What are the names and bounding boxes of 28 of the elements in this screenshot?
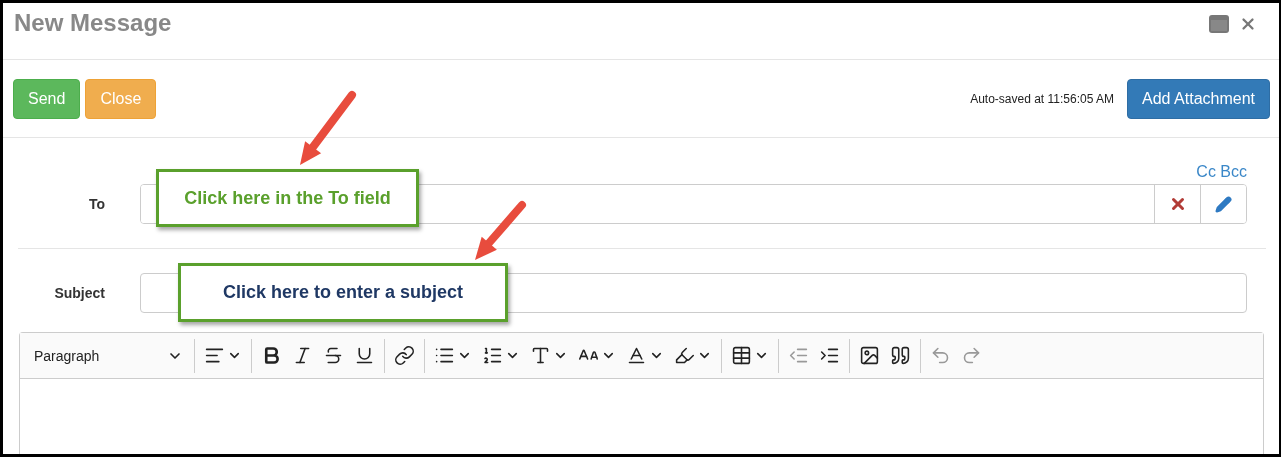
- numbered-list-icon: [482, 345, 503, 366]
- callout-note: Click here in the To field: [156, 169, 419, 227]
- table-icon: [731, 345, 752, 366]
- image-icon: [859, 345, 880, 366]
- highlighter-icon: [674, 345, 695, 366]
- edit-button[interactable]: [1200, 185, 1246, 223]
- close-button[interactable]: [1239, 15, 1257, 33]
- font-icon: [530, 345, 551, 366]
- pointer-arrow: [475, 201, 526, 260]
- pencil-icon: [1215, 195, 1232, 213]
- autosave-status: Auto-saved at 11:56:05 AM: [970, 91, 1115, 106]
- paragraph-format-select[interactable]: Paragraph: [26, 337, 190, 374]
- strikethrough-icon: [323, 345, 344, 366]
- underline-icon: [354, 345, 375, 366]
- cc-bcc-link[interactable]: Cc Bcc: [1196, 163, 1247, 184]
- undo-icon: [930, 345, 951, 366]
- add-attachment-button[interactable]: Add Attachment: [1127, 78, 1270, 119]
- redo-icon: [961, 345, 982, 366]
- window-icon: [1209, 15, 1229, 33]
- field-label: To: [87, 196, 105, 212]
- field-label: Subject: [53, 285, 105, 301]
- send-button[interactable]: Send: [13, 78, 81, 119]
- text-color-icon: [626, 345, 647, 366]
- callout-note: Click here to enter a subject: [178, 263, 508, 322]
- link-icon: [394, 345, 415, 366]
- window-title: New Message: [14, 9, 172, 37]
- close-icon: [1239, 15, 1257, 33]
- quote-icon: [890, 345, 911, 366]
